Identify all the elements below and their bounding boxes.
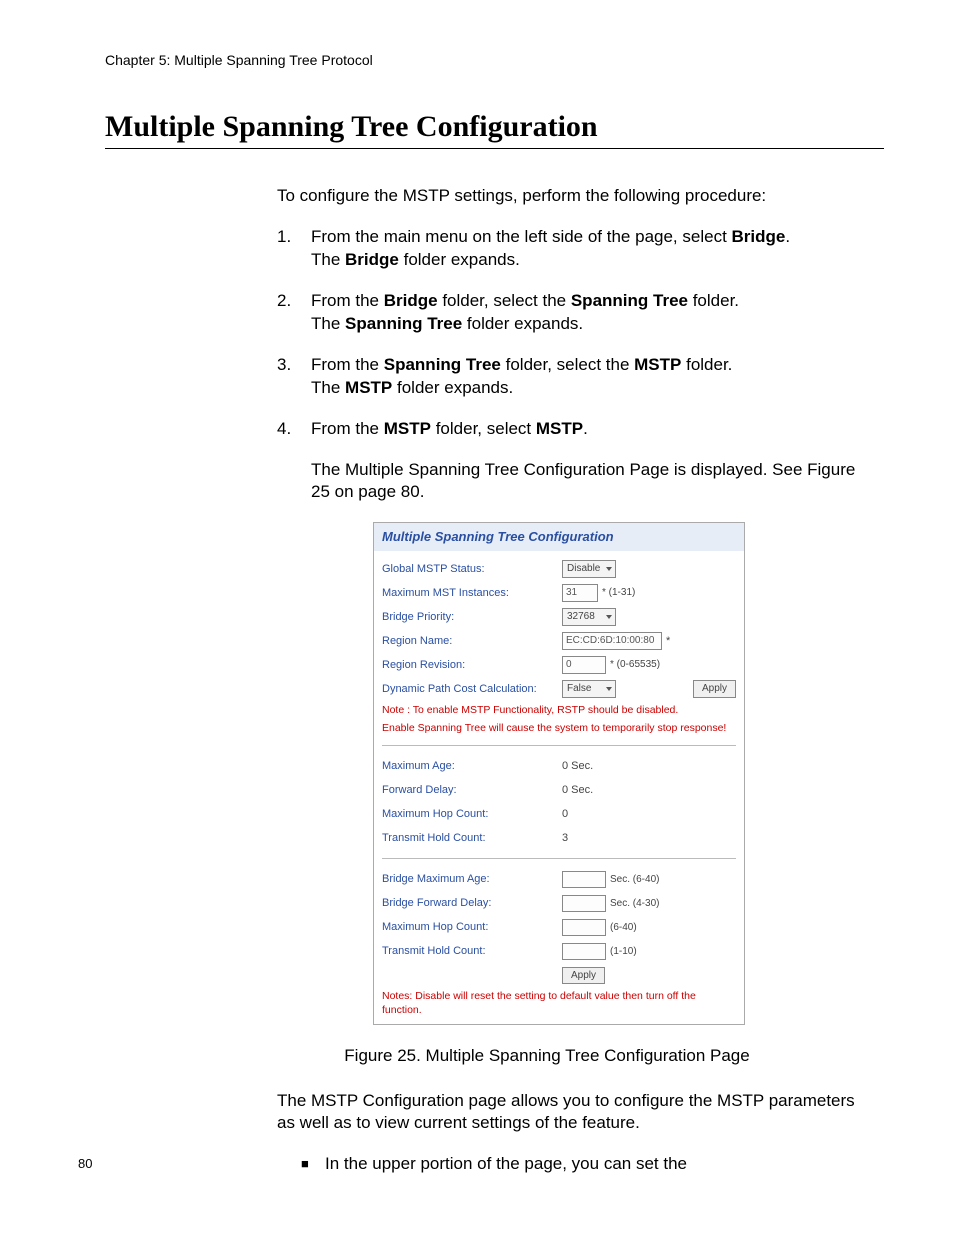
select-global-mstp-status[interactable]: Disable bbox=[562, 560, 616, 578]
hint-bridge-max-age: Sec. (6-40) bbox=[610, 873, 659, 887]
figure-caption: Figure 25. Multiple Spanning Tree Config… bbox=[237, 1045, 857, 1068]
bullet-text: In the upper portion of the page, you ca… bbox=[325, 1153, 687, 1176]
hint-region-name: * bbox=[666, 634, 670, 649]
label-transmit-hold-count-edit: Transmit Hold Count: bbox=[382, 944, 562, 959]
label-bridge-priority: Bridge Priority: bbox=[382, 610, 562, 625]
hint-bridge-forward-delay: Sec. (4-30) bbox=[610, 897, 659, 911]
step-2: From the Bridge folder, select the Spann… bbox=[277, 290, 857, 336]
value-maximum-age: 0 Sec. bbox=[562, 759, 593, 774]
hint-region-revision: * (0-65535) bbox=[610, 658, 660, 672]
divider-1 bbox=[382, 745, 736, 746]
step-4-note: The Multiple Spanning Tree Configuration… bbox=[311, 459, 857, 505]
figure-panel-title: Multiple Spanning Tree Configuration bbox=[374, 523, 744, 551]
label-region-revision: Region Revision: bbox=[382, 658, 562, 673]
value-max-hop-count: 0 bbox=[562, 807, 568, 822]
input-bridge-max-age[interactable] bbox=[562, 871, 606, 889]
figure-25: Multiple Spanning Tree Configuration Glo… bbox=[373, 522, 857, 1024]
select-bridge-priority[interactable]: 32768 bbox=[562, 608, 616, 626]
input-transmit-hold-count[interactable] bbox=[562, 943, 606, 961]
hint-transmit-hold-count: (1-10) bbox=[610, 945, 637, 959]
note-disable-reset: Notes: Disable will reset the setting to… bbox=[382, 989, 736, 1017]
input-region-name[interactable]: EC:CD:6D:10:00:80 bbox=[562, 632, 662, 650]
label-forward-delay: Forward Delay: bbox=[382, 783, 562, 798]
hint-max-mst-instances: * (1-31) bbox=[602, 586, 635, 600]
note-stop-response: Enable Spanning Tree will cause the syst… bbox=[382, 721, 736, 735]
label-maximum-age: Maximum Age: bbox=[382, 759, 562, 774]
procedure-steps: From the main menu on the left side of t… bbox=[277, 226, 857, 1025]
label-region-name: Region Name: bbox=[382, 634, 562, 649]
label-transmit-hold-count: Transmit Hold Count: bbox=[382, 831, 562, 846]
step-3: From the Spanning Tree folder, select th… bbox=[277, 354, 857, 400]
bullet-icon: ■ bbox=[301, 1153, 325, 1176]
label-bridge-max-age: Bridge Maximum Age: bbox=[382, 872, 562, 887]
intro-paragraph: To configure the MSTP settings, perform … bbox=[277, 185, 857, 208]
label-max-mst-instances: Maximum MST Instances: bbox=[382, 586, 562, 601]
input-max-hop-count[interactable] bbox=[562, 919, 606, 937]
chapter-header: Chapter 5: Multiple Spanning Tree Protoc… bbox=[105, 52, 884, 68]
label-dynamic-path-cost: Dynamic Path Cost Calculation: bbox=[382, 682, 562, 697]
value-transmit-hold-count: 3 bbox=[562, 831, 568, 846]
page-number: 80 bbox=[78, 1156, 92, 1171]
hint-max-hop-count: (6-40) bbox=[610, 921, 637, 935]
bullet-item: ■ In the upper portion of the page, you … bbox=[301, 1153, 857, 1176]
input-max-mst-instances[interactable]: 31 bbox=[562, 584, 598, 602]
input-region-revision[interactable]: 0 bbox=[562, 656, 606, 674]
post-caption-paragraph: The MSTP Configuration page allows you t… bbox=[277, 1090, 857, 1136]
divider-2 bbox=[382, 858, 736, 859]
label-global-mstp-status: Global MSTP Status: bbox=[382, 562, 562, 577]
step-4: From the MSTP folder, select MSTP. The M… bbox=[277, 418, 857, 1025]
value-forward-delay: 0 Sec. bbox=[562, 783, 593, 798]
section-title: Multiple Spanning Tree Configuration bbox=[105, 110, 884, 149]
select-dynamic-path-cost[interactable]: False bbox=[562, 680, 616, 698]
apply-button-top[interactable]: Apply bbox=[693, 680, 736, 698]
apply-button-bottom[interactable]: Apply bbox=[562, 967, 605, 985]
label-max-hop-count: Maximum Hop Count: bbox=[382, 807, 562, 822]
label-max-hop-count-edit: Maximum Hop Count: bbox=[382, 920, 562, 935]
step-1: From the main menu on the left side of t… bbox=[277, 226, 857, 272]
input-bridge-forward-delay[interactable] bbox=[562, 895, 606, 913]
note-rstp-disabled: Note : To enable MSTP Functionality, RST… bbox=[382, 703, 736, 717]
label-bridge-forward-delay: Bridge Forward Delay: bbox=[382, 896, 562, 911]
